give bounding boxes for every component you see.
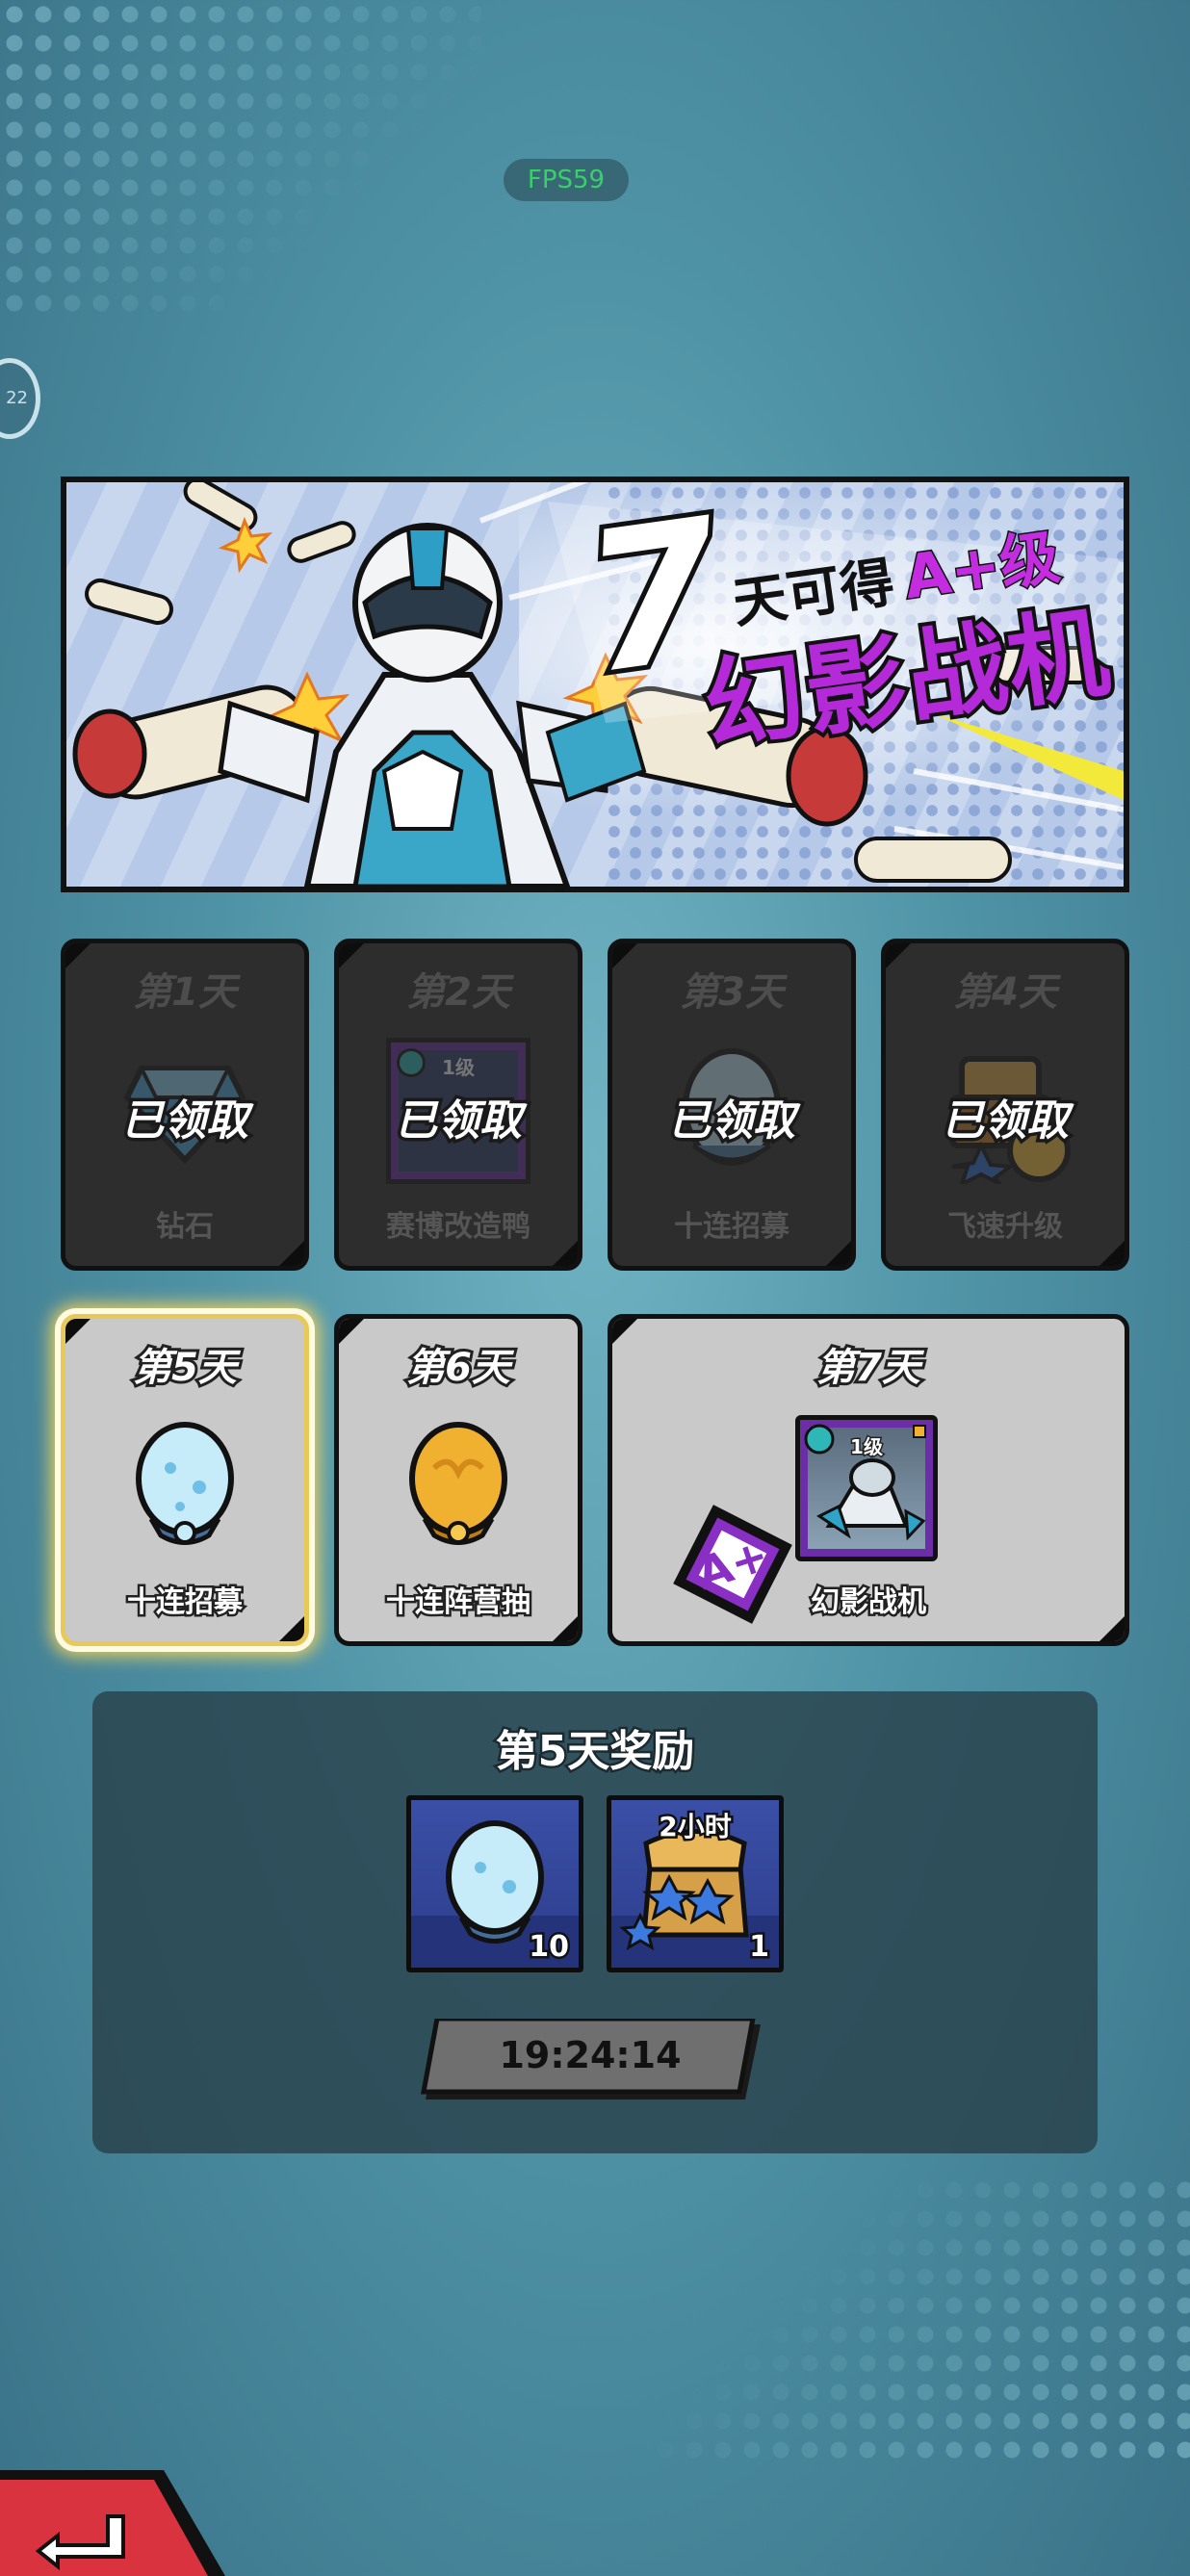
reward-count: 10 [527, 1928, 572, 1967]
reward-name: 幻影战机 [809, 1584, 929, 1622]
reward-panel-title: 第5天奖励 [493, 1725, 697, 1779]
reward-item-chest[interactable]: 2小时 1 [607, 1795, 784, 1972]
day-card-5[interactable]: 第5天 十连招募 [61, 1314, 309, 1646]
reward-name: 十连招募 [674, 1210, 789, 1244]
countdown-text: 19:24:14 [499, 2034, 682, 2076]
reward-name: 十连招募 [125, 1584, 246, 1622]
reward-name: 钻石 [156, 1210, 214, 1244]
background-dots-top [0, 0, 481, 318]
day-label: 第3天 [680, 970, 784, 1015]
reward-panel: 第5天奖励 10 2小时 1 19:24:14 [92, 1691, 1098, 2153]
reward-count: 1 [747, 1928, 772, 1967]
fighter-card-icon: 1级 [795, 1415, 938, 1561]
side-floating-button[interactable]: 22 [0, 358, 40, 439]
day-label: 第6天 [403, 1343, 513, 1393]
countdown-timer: 19:24:14 [420, 2019, 761, 2099]
element-badge-icon [397, 1048, 426, 1077]
day-card-2[interactable]: 第2天 1级 已领取 赛博改造鸭 [334, 939, 582, 1271]
fps-counter: FPS59 [504, 159, 629, 201]
day-label: 第5天 [130, 1343, 240, 1393]
day-label: 第4天 [953, 970, 1057, 1015]
day-label: 第7天 [814, 1343, 923, 1393]
reward-name: 十连阵营抽 [384, 1584, 533, 1622]
claimed-label: 已领取 [392, 1094, 526, 1149]
reward-duration-label: 2小时 [657, 1809, 734, 1845]
reward-name: 赛博改造鸭 [386, 1210, 530, 1244]
reward-name: 飞速升级 [947, 1210, 1063, 1244]
gold-egg-icon [396, 1415, 521, 1554]
day-card-1[interactable]: 第1天 已领取 钻石 [61, 939, 309, 1271]
card-level-label: 1级 [849, 1434, 885, 1460]
back-button[interactable] [0, 2466, 231, 2576]
reward-item-egg[interactable]: 10 [406, 1795, 583, 1972]
claimed-label: 已领取 [665, 1094, 799, 1149]
background-dots-bottom [651, 2176, 1190, 2464]
day-label: 第2天 [406, 970, 510, 1015]
blue-egg-icon [122, 1415, 247, 1554]
day-card-3[interactable]: 第3天 已领取 十连招募 [608, 939, 856, 1271]
event-banner: 7 天可得A+级 幻影战机 [61, 477, 1129, 892]
day-card-4[interactable]: 第4天 已领取 飞速升级 [881, 939, 1129, 1271]
claimed-label: 已领取 [118, 1094, 252, 1149]
day-label: 第1天 [133, 970, 237, 1015]
day-card-7[interactable]: 第7天 A+ 1级 幻影战机 [608, 1314, 1129, 1646]
day-card-6[interactable]: 第6天 十连阵营抽 [334, 1314, 582, 1646]
claimed-label: 已领取 [939, 1094, 1073, 1149]
